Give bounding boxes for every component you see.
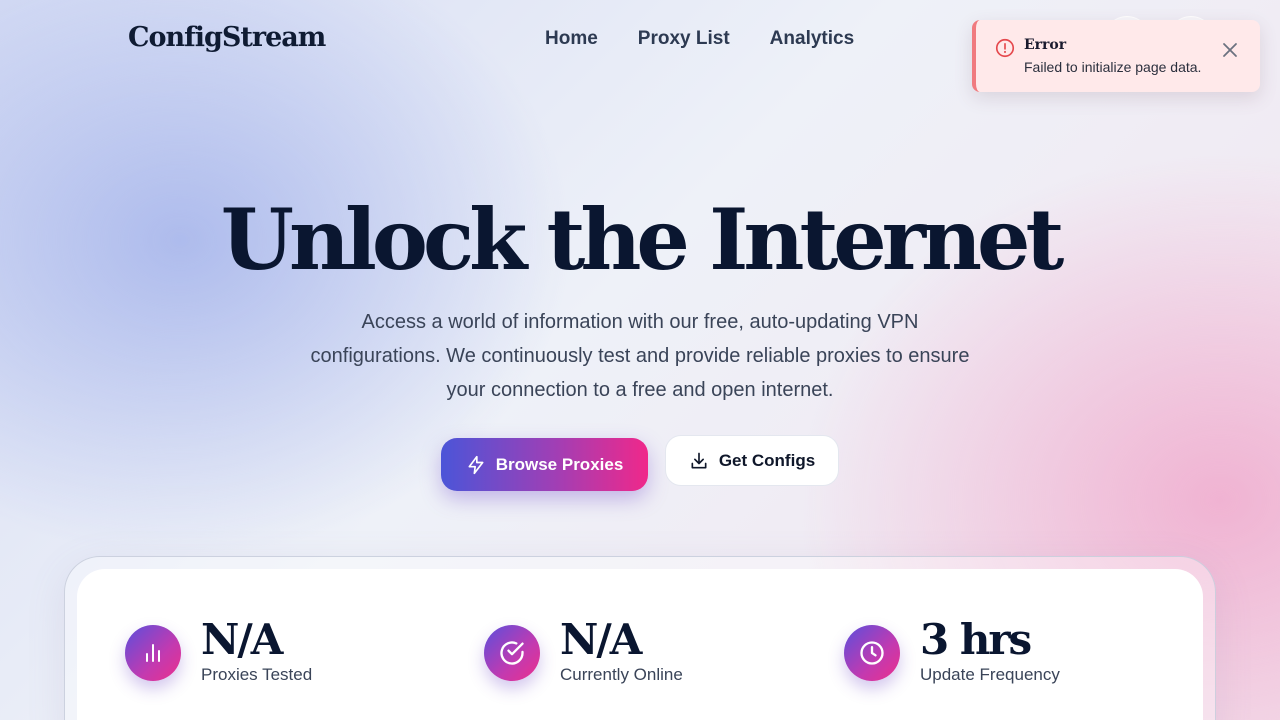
stat-value: 3 hrs [920, 615, 1032, 664]
toast-message: Failed to initialize page data. [1024, 59, 1202, 75]
stat-icon-badge [484, 625, 540, 681]
download-icon [691, 452, 707, 468]
stat-label: Update Frequency [920, 665, 1060, 684]
stat-value: N/A [201, 615, 283, 664]
nav-link-proxy-list[interactable]: Proxy List [638, 28, 730, 50]
get-configs-label: Get Configs [718, 450, 816, 470]
lightning-icon [468, 455, 484, 474]
nav-links: Home Proxy List Analytics [545, 28, 854, 50]
check-circle-icon [500, 641, 524, 665]
alert-circle-icon [995, 38, 1015, 58]
nav-link-home[interactable]: Home [545, 28, 598, 50]
hero-description: Access a world of information with our f… [310, 311, 970, 401]
stat-label: Proxies Tested [201, 665, 313, 684]
get-configs-button[interactable]: Get Configs [665, 435, 839, 486]
hero-title: Unlock the Internet [220, 190, 1065, 289]
nav-link-analytics[interactable]: Analytics [770, 28, 854, 50]
browse-proxies-label: Browse Proxies [495, 454, 624, 474]
close-icon[interactable] [1220, 40, 1240, 60]
clock-icon [860, 641, 884, 665]
browse-proxies-button[interactable]: Browse Proxies [441, 438, 648, 491]
error-toast: Error Failed to initialize page data. [972, 20, 1260, 92]
stat-icon-badge [125, 625, 181, 681]
toast-title: Error [1024, 37, 1067, 53]
logo[interactable]: ConfigStream [128, 22, 326, 53]
stat-icon-badge [844, 625, 900, 681]
bar-chart-icon [146, 644, 160, 662]
stat-value: N/A [560, 615, 642, 664]
stat-label: Currently Online [560, 665, 683, 684]
